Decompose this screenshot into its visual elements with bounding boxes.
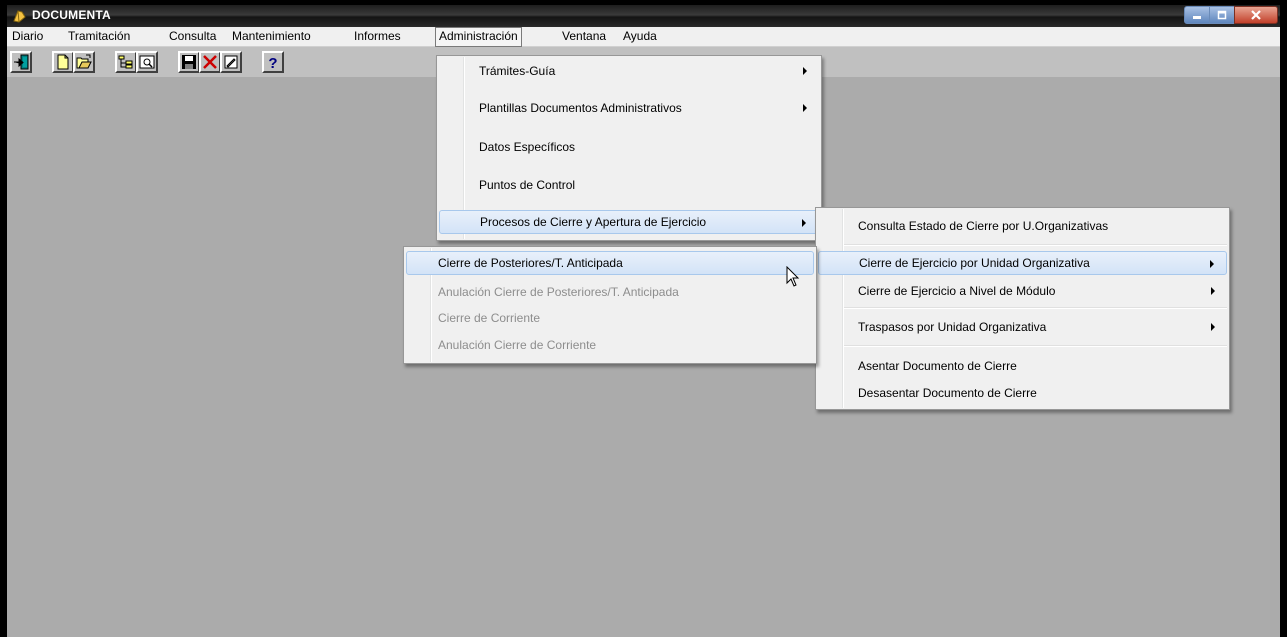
- open-folder-icon: [76, 54, 92, 69]
- menu-item-traspasos-unidad[interactable]: Traspasos por Unidad Organizativa: [818, 315, 1227, 339]
- menu-separator: [844, 345, 1227, 347]
- view-icon: [139, 55, 155, 69]
- menu-item-cierre-nivel-modulo[interactable]: Cierre de Ejercicio a Nivel de Módulo: [818, 279, 1227, 303]
- menu-item-cierre-corriente: Cierre de Corriente: [438, 311, 541, 325]
- cierre-unidad-menu: Cierre de Posteriores/T. Anticipada Anul…: [403, 246, 817, 364]
- menu-separator: [844, 244, 1227, 246]
- procesos-cierre-menu: Consulta Estado de Cierre por U.Organiza…: [815, 207, 1230, 410]
- menu-item-plantillas[interactable]: Plantillas Documentos Administrativos: [439, 96, 819, 120]
- save-button[interactable]: [178, 51, 200, 73]
- mouse-cursor-icon: [786, 266, 800, 287]
- menu-separator: [844, 307, 1227, 309]
- maximize-button[interactable]: [1209, 6, 1235, 24]
- exit-icon: [14, 54, 29, 70]
- window-controls: [1184, 6, 1278, 26]
- menu-item-consulta-estado-cierre[interactable]: Consulta Estado de Cierre por U.Organiza…: [818, 214, 1227, 238]
- menu-item-asentar-documento[interactable]: Asentar Documento de Cierre: [818, 354, 1227, 378]
- menu-item-cierre-posteriores[interactable]: Cierre de Posteriores/T. Anticipada: [406, 251, 814, 275]
- menu-item-datos-especificos[interactable]: Datos Específicos: [439, 135, 819, 159]
- menu-administracion[interactable]: Administración: [435, 27, 522, 47]
- menu-ventana[interactable]: Ventana: [560, 28, 608, 45]
- delete-icon: [203, 55, 217, 69]
- menu-bar: Diario Tramitación Consulta Mantenimient…: [7, 27, 1280, 47]
- help-button[interactable]: ?: [262, 51, 284, 73]
- close-icon: [1251, 10, 1261, 20]
- help-icon: ?: [268, 55, 277, 70]
- edit-button[interactable]: [220, 51, 242, 73]
- menu-mantenimiento[interactable]: Mantenimiento: [230, 28, 313, 45]
- close-button[interactable]: [1234, 6, 1278, 24]
- edit-icon: [224, 55, 238, 69]
- window-title: DOCUMENTA: [32, 8, 111, 22]
- minimize-button[interactable]: [1184, 6, 1210, 24]
- minimize-icon: [1193, 16, 1201, 19]
- save-icon: [182, 55, 196, 69]
- menu-consulta[interactable]: Consulta: [167, 28, 218, 45]
- open-button[interactable]: [73, 51, 95, 73]
- menu-item-anulacion-cierre-corriente: Anulación Cierre de Corriente: [438, 338, 597, 352]
- app-icon: [13, 10, 26, 23]
- menu-item-puntos-control[interactable]: Puntos de Control: [439, 173, 819, 197]
- administracion-menu: Trámites-Guía Plantillas Documentos Admi…: [436, 55, 822, 241]
- new-document-button[interactable]: [52, 51, 74, 73]
- new-document-icon: [57, 54, 69, 70]
- menu-item-tramites-guia[interactable]: Trámites-Guía: [439, 59, 819, 83]
- menu-tramitacion[interactable]: Tramitación: [66, 28, 132, 45]
- menu-item-desasentar-documento[interactable]: Desasentar Documento de Cierre: [818, 381, 1227, 405]
- svg-text:?: ?: [268, 55, 277, 70]
- menu-informes[interactable]: Informes: [352, 28, 403, 45]
- tree-view-button[interactable]: [115, 51, 137, 73]
- menu-diario[interactable]: Diario: [10, 28, 45, 45]
- menu-item-anulacion-cierre-posteriores: Anulación Cierre de Posteriores/T. Antic…: [438, 285, 679, 299]
- tree-view-icon: [118, 55, 133, 69]
- restore-icon: [1217, 10, 1227, 20]
- delete-button[interactable]: [199, 51, 221, 73]
- exit-button[interactable]: [10, 51, 32, 73]
- menu-item-procesos-cierre[interactable]: Procesos de Cierre y Apertura de Ejercic…: [439, 210, 819, 234]
- view-button[interactable]: [136, 51, 158, 73]
- title-bar[interactable]: DOCUMENTA: [7, 5, 1280, 27]
- menu-ayuda[interactable]: Ayuda: [621, 28, 659, 45]
- menu-item-cierre-unidad-organizativa[interactable]: Cierre de Ejercicio por Unidad Organizat…: [818, 251, 1227, 275]
